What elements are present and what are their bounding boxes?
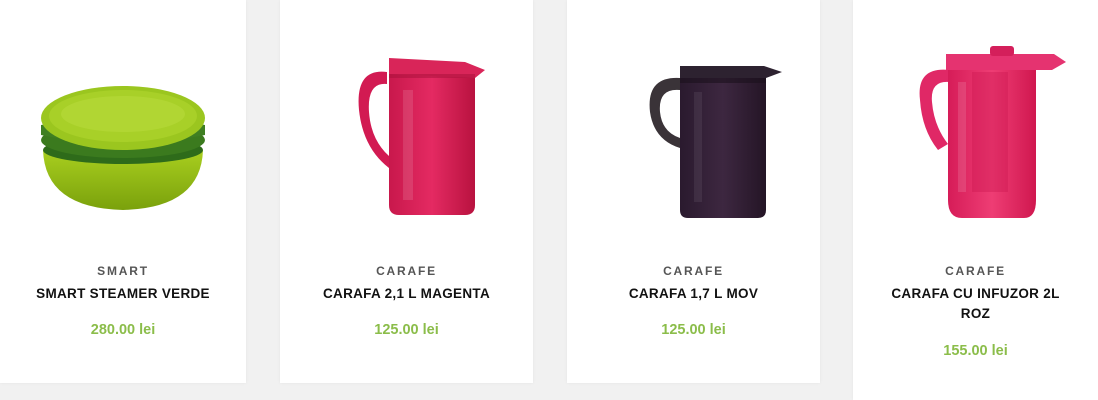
product-price: 280.00 lei <box>90 322 156 338</box>
product-grid: SMART SMART STEAMER VERDE 280.00 lei CAR… <box>0 0 1098 400</box>
product-image-link[interactable] <box>567 40 820 230</box>
product-category: CARAFE <box>663 264 724 278</box>
purple-pitcher-icon <box>649 66 782 218</box>
product-category: CARAFE <box>376 264 437 278</box>
product-card[interactable]: CARAFE CARAFA CU INFUZOR 2L ROZ 155.00 l… <box>853 0 1098 400</box>
product-category: SMART <box>97 264 149 278</box>
product-title[interactable]: SMART STEAMER VERDE <box>14 284 232 304</box>
product-category: CARAFE <box>945 264 1006 278</box>
green-steamer-bowl-icon <box>41 86 205 210</box>
product-title[interactable]: CARAFA 2,1 L MAGENTA <box>294 284 519 304</box>
product-image-link[interactable] <box>853 40 1098 230</box>
product-price: 125.00 lei <box>661 322 726 338</box>
pink-infuser-pitcher-icon <box>919 46 1066 218</box>
product-image-link[interactable] <box>280 40 533 230</box>
product-price: 125.00 lei <box>374 322 439 338</box>
magenta-pitcher-icon <box>358 58 485 215</box>
product-image-link[interactable] <box>0 40 246 230</box>
product-title[interactable]: CARAFA CU INFUZOR 2L ROZ <box>889 284 1062 324</box>
product-card[interactable]: CARAFE CARAFA 2,1 L MAGENTA 125.00 lei <box>280 0 533 383</box>
product-card[interactable]: SMART SMART STEAMER VERDE 280.00 lei <box>0 0 246 383</box>
product-price: 155.00 lei <box>943 343 1008 359</box>
product-card[interactable]: CARAFE CARAFA 1,7 L MOV 125.00 lei <box>567 0 820 383</box>
product-title[interactable]: CARAFA 1,7 L MOV <box>581 284 806 304</box>
